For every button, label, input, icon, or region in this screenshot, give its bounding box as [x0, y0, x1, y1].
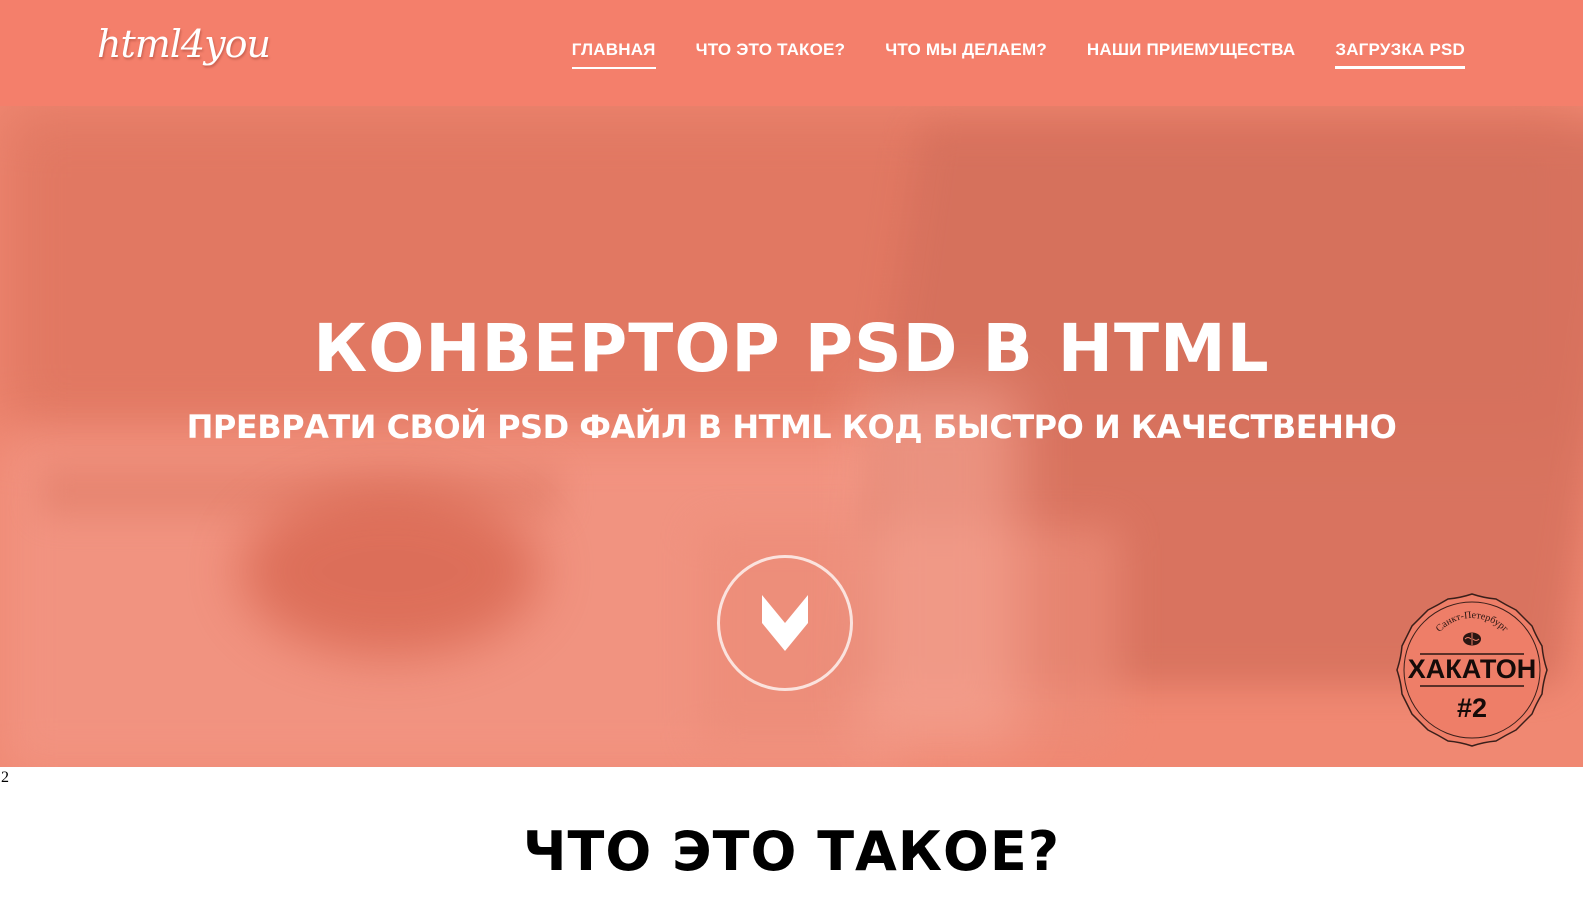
badge-title: ХАКАТОН	[1408, 654, 1536, 684]
hackathon-badge[interactable]: Санкт-Петербург ХАКАТОН #2	[1392, 590, 1552, 750]
nav-advantages[interactable]: НАШИ ПРИЕМУЩЕСТВА	[1087, 40, 1295, 69]
nav-upload-psd[interactable]: ЗАГРУЗКА PSD	[1335, 40, 1465, 69]
brain-icon	[1463, 632, 1481, 646]
nav-what-is-it[interactable]: ЧТО ЭТО ТАКОЕ?	[696, 40, 846, 69]
hero-subtitle: ПРЕВРАТИ СВОЙ PSD ФАЙЛ В HTML КОД БЫСТРО…	[186, 408, 1397, 446]
site-logo[interactable]: html4you	[97, 22, 271, 66]
scroll-down-button[interactable]	[717, 555, 853, 691]
page-number: 2	[1, 769, 9, 786]
chevron-down-icon	[762, 595, 808, 651]
badge-number: #2	[1457, 693, 1487, 723]
background-mouse	[240, 486, 540, 656]
hero-title: КОНВЕРТОР PSD В HTML	[313, 310, 1270, 387]
main-navigation: ГЛАВНАЯ ЧТО ЭТО ТАКОЕ? ЧТО МЫ ДЕЛАЕМ? НА…	[571, 40, 1465, 69]
hero-section: КОНВЕРТОР PSD В HTML ПРЕВРАТИ СВОЙ PSD Ф…	[0, 106, 1583, 767]
site-header: html4you ГЛАВНАЯ ЧТО ЭТО ТАКОЕ? ЧТО МЫ Д…	[0, 0, 1583, 106]
section-title: ЧТО ЭТО ТАКОЕ?	[522, 820, 1061, 883]
nav-what-we-do[interactable]: ЧТО МЫ ДЕЛАЕМ?	[885, 40, 1047, 69]
nav-home[interactable]: ГЛАВНАЯ	[571, 40, 656, 69]
